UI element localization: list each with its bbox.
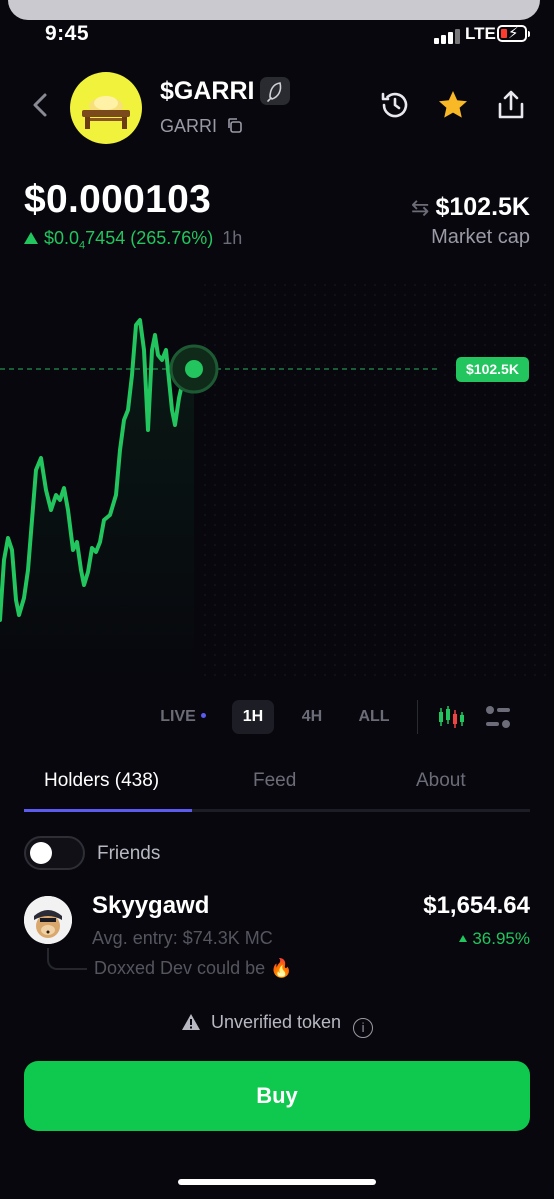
token-name: GARRI <box>160 116 218 136</box>
copy-icon[interactable] <box>226 117 243 134</box>
network-label: LTE <box>465 24 496 43</box>
holder-comment: Doxxed Dev could be 🔥 <box>94 958 293 978</box>
token-ticker: $GARRI <box>160 77 255 105</box>
range-live-button[interactable]: LIVE <box>154 700 212 734</box>
range-all-button[interactable]: ALL <box>352 700 396 734</box>
battery-icon: ⚡ <box>497 25 530 42</box>
share-icon[interactable] <box>494 88 528 122</box>
live-dot-icon <box>200 713 206 718</box>
friends-toggle[interactable] <box>24 836 85 870</box>
up-triangle-icon <box>459 935 468 942</box>
home-indicator <box>178 1179 376 1185</box>
tab-bar: Holders (438) Feed About <box>24 764 530 812</box>
market-cap-value: ⇆ $102.5K <box>411 193 530 221</box>
range-1h-button[interactable]: 1H <box>232 700 274 734</box>
back-chevron-icon[interactable] <box>30 90 50 120</box>
swap-arrows-icon[interactable]: ⇆ <box>411 195 429 220</box>
friends-label: Friends <box>97 843 161 864</box>
range-4h-button[interactable]: 4H <box>292 700 332 734</box>
up-triangle-icon <box>24 232 38 244</box>
range-divider <box>417 700 418 734</box>
signal-icon <box>434 28 460 44</box>
warning-icon <box>181 1014 200 1030</box>
candlestick-icon[interactable] <box>437 704 465 730</box>
change-period: 1h <box>222 228 243 248</box>
comment-thread-line <box>47 948 87 970</box>
history-icon[interactable] <box>378 88 412 122</box>
holder-avg-entry: Avg. entry: $74.3K MC <box>92 928 273 948</box>
holder-change: 36.95% <box>459 929 530 949</box>
chart-price-tag: $102.5K <box>456 357 529 382</box>
tab-about[interactable]: About <box>416 770 466 792</box>
market-cap-label: Market cap <box>431 226 530 248</box>
holder-name[interactable]: Skyygawd <box>92 892 209 920</box>
chart-settings-icon[interactable] <box>484 704 512 730</box>
buy-button[interactable]: Buy <box>24 1061 530 1131</box>
time-range-selector: LIVE 1H 4H ALL <box>0 700 554 734</box>
token-price: $0.000103 <box>24 178 212 221</box>
tab-feed[interactable]: Feed <box>253 770 296 792</box>
dynamic-island-bar <box>8 0 540 20</box>
price-change: $0.047454 (265.76%) 1h <box>24 228 242 252</box>
info-icon[interactable]: i <box>353 1018 374 1038</box>
tab-holders[interactable]: Holders (438) <box>44 770 159 792</box>
avatar[interactable] <box>24 896 72 944</box>
token-avatar <box>70 72 142 144</box>
holder-value: $1,654.64 <box>423 892 530 919</box>
price-chart[interactable] <box>0 280 554 680</box>
unverified-warning: Unverified token i <box>0 1012 554 1038</box>
star-icon[interactable] <box>436 88 470 122</box>
status-bar: 9:45 LTE ⚡ <box>0 22 554 48</box>
status-time: 9:45 <box>45 22 90 45</box>
tab-indicator <box>24 809 192 812</box>
feather-icon[interactable] <box>260 77 290 105</box>
